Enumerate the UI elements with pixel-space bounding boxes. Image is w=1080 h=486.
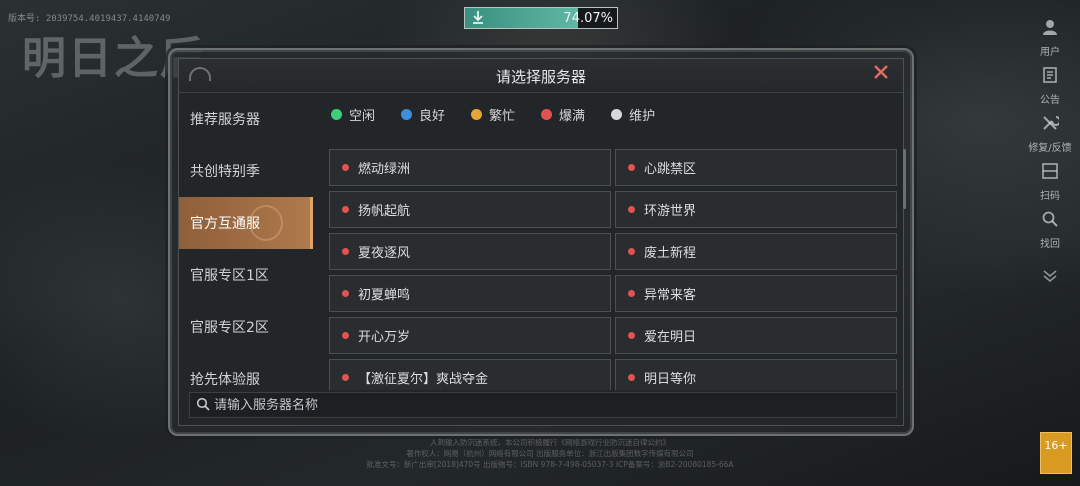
server-name: 心跳禁区 [644,162,697,177]
legend-label: 空闲 [349,109,376,124]
server-status-dot-icon [342,374,349,381]
status-dot-icon [611,109,623,120]
side-expand-button[interactable] [1020,254,1080,302]
server-item[interactable]: 【激征夏尔】爽战夺金 [329,359,611,390]
server-name: 爱在明日 [644,330,697,345]
side-item-notice[interactable]: 公告 [1020,62,1080,110]
server-status-dot-icon [628,374,635,381]
server-list-scrollbar[interactable] [903,149,906,209]
age-rating-badge: 16+ [1040,432,1072,474]
side-item-repair[interactable]: 修复/反馈 [1020,110,1080,158]
server-status-dot-icon [628,248,635,255]
server-status-dot-icon [628,206,635,213]
status-dot-icon [541,109,553,120]
server-list[interactable]: 燃动绿洲 心跳禁区扬帆起航 环游世界夏夜逐风 废土新程初夏蝉鸣 异常来客开心万岁 爱在明日… [329,149,899,390]
server-search-input[interactable] [214,397,874,413]
legend-label: 爆满 [559,109,586,124]
legend-item: 繁忙 [471,105,515,124]
status-dot-icon [471,109,483,120]
server-status-dot-icon [628,290,635,297]
search-icon [196,397,210,414]
server-name: 初夏蝉鸣 [358,288,411,303]
server-item[interactable]: 心跳禁区 [615,149,897,186]
chevron-down-icon [1041,268,1059,288]
status-dot-icon [331,109,342,120]
download-arrow-icon [471,10,485,26]
tab-co-creation-season[interactable]: 共创特别季 [179,145,313,197]
footer-legal-text: 人到输入防沉迷系统，本公司积极履行《网络游戏行业防沉迷自律公约》 著作权人：网易… [366,438,734,469]
dialog-header: 请选择服务器 [179,59,903,93]
server-name: 明日等你 [644,372,697,387]
server-item[interactable]: 废土新程 [615,233,897,270]
side-item-recover[interactable]: 找回 [1020,206,1080,254]
close-button[interactable] [869,63,893,87]
server-name: 燃动绿洲 [358,162,411,177]
server-name: 开心万岁 [358,330,411,345]
server-item[interactable]: 环游世界 [615,191,897,228]
progress-percent: 74.07% [563,11,613,26]
close-icon [874,65,888,79]
server-status-dot-icon [342,164,349,171]
server-select-dialog: 请选择服务器 推荐服务器 共创特别季 官方互通服 官服专区1区 官服专区2区 抢… [178,58,906,426]
repair-icon [1041,114,1061,137]
server-status-dot-icon [628,164,635,171]
qr-scan-icon [1041,162,1059,185]
legend-item: 维护 [611,105,655,124]
server-item[interactable]: 扬帆起航 [329,191,611,228]
search-recover-icon [1041,210,1059,233]
server-name: 扬帆起航 [358,204,411,219]
server-item[interactable]: 夏夜逐风 [329,233,611,270]
server-status-dot-icon [628,332,635,339]
user-icon [1041,18,1059,41]
legend-item: 良好 [401,105,445,124]
fingerprint-icon [249,205,283,241]
legend-item: 爆满 [541,105,585,124]
legend-label: 良好 [419,109,446,124]
server-item[interactable]: 异常来客 [615,275,897,312]
server-status-dot-icon [342,248,349,255]
server-status-dot-icon [342,290,349,297]
tab-recommended[interactable]: 推荐服务器 [179,93,313,145]
server-item[interactable]: 初夏蝉鸣 [329,275,611,312]
status-legend: 空闲 良好 繁忙 爆满 维护 [331,105,681,124]
legend-label: 繁忙 [489,109,516,124]
status-dot-icon [401,109,413,120]
server-category-tabs: 推荐服务器 共创特别季 官方互通服 官服专区1区 官服专区2区 抢先体验服 [179,93,313,405]
server-name: 夏夜逐风 [358,246,411,261]
server-item[interactable]: 爱在明日 [615,317,897,354]
server-item[interactable]: 明日等你 [615,359,897,390]
server-status-dot-icon [342,332,349,339]
dialog-title: 请选择服务器 [495,68,586,86]
server-item[interactable]: 开心万岁 [329,317,611,354]
notice-icon [1041,66,1059,89]
server-name: 异常来客 [644,288,697,303]
server-search-box [189,392,897,418]
side-menu: 用户 公告 修复/反馈 扫码 找回 [1020,14,1080,302]
legend-item: 空闲 [331,105,375,124]
tab-official-zone-1[interactable]: 官服专区1区 [179,249,313,301]
server-item[interactable]: 燃动绿洲 [329,149,611,186]
side-item-scan[interactable]: 扫码 [1020,158,1080,206]
download-progress-bar: 74.07% [464,7,618,29]
tab-official-zone-2[interactable]: 官服专区2区 [179,301,313,353]
tab-official-cross-server[interactable]: 官方互通服 [179,197,313,249]
server-name: 【激征夏尔】爽战夺金 [358,372,489,387]
server-name: 环游世界 [644,204,697,219]
server-name: 废土新程 [644,246,697,261]
legend-label: 维护 [629,109,656,124]
side-item-user[interactable]: 用户 [1020,14,1080,62]
server-status-dot-icon [342,206,349,213]
